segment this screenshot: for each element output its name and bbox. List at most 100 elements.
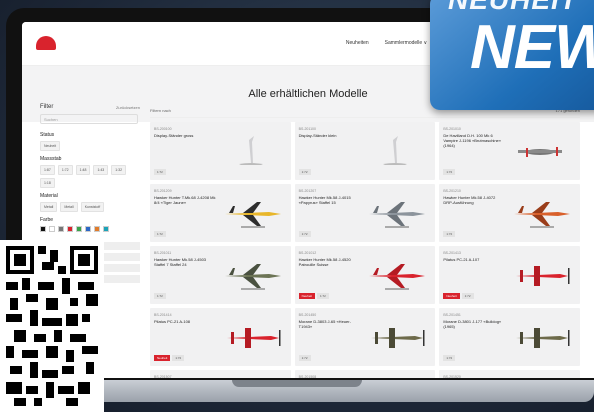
product-sku: BS-201414 [154, 313, 172, 317]
color-swatch[interactable] [67, 226, 73, 232]
nav-item[interactable]: Sammlermodelle ∨ [385, 40, 428, 46]
material-chip[interactable]: Kunststoff [80, 202, 105, 212]
product-badges: 1:72 [443, 231, 456, 237]
color-swatch[interactable] [49, 226, 55, 232]
scale-badge: 1:72 [154, 293, 166, 299]
product-card[interactable]: BS-201100 Display-Ständer klein 1:72 [294, 122, 436, 180]
filter-by-input[interactable]: Filtern nach [150, 108, 171, 113]
product-image[interactable] [221, 134, 285, 168]
product-card[interactable]: BS-201414 Pilatus PC-21 A-108 Neuheit 1:72 [150, 308, 291, 366]
product-card[interactable]: BS-201011 Hawker Hunter Mk.58 J-4503 Staf… [150, 246, 291, 304]
product-image[interactable] [221, 320, 285, 354]
product-image[interactable] [510, 258, 574, 292]
product-name[interactable]: Display-Ständer gross [154, 133, 216, 138]
color-swatch[interactable] [40, 226, 46, 232]
product-card[interactable]: BS-200100 Display-Ständer gross 1:72 [150, 122, 291, 180]
product-name[interactable]: Pilatus PC-21 A-107 [443, 257, 505, 262]
product-card[interactable]: BS-201450 Morane D-3803 J-65 «Heuer-T1943… [294, 308, 436, 366]
product-image[interactable] [510, 320, 574, 354]
product-image[interactable] [510, 134, 574, 168]
product-image[interactable] [365, 258, 429, 292]
product-name[interactable]: Hawker Hunter Mk.58 J-4503 Staffel 7 Sta… [154, 257, 216, 267]
scale-chip[interactable]: 1:48 [75, 165, 91, 175]
product-badges: 1:72 [298, 231, 311, 237]
color-swatch[interactable] [94, 226, 100, 232]
product-name[interactable]: Hawker Hunter T.Mk.68 J-4208 Mk 8/4 «Tig… [154, 195, 216, 205]
product-card[interactable]: BS-201010 De Havilland D.H. 100 Mk 6 Vamp… [439, 122, 580, 180]
color-swatch[interactable] [85, 226, 91, 232]
nav-item[interactable]: Neuheiten [346, 40, 369, 46]
color-swatches [40, 226, 140, 232]
product-sku: BS-201450 [298, 313, 317, 317]
product-card[interactable]: BS-201507Cougar AS332 T-312 Lufttranspor… [150, 370, 291, 378]
status-chips: Neuheit [40, 141, 140, 151]
color-label: Farbe [40, 217, 54, 223]
reset-filters-link[interactable]: Zurücksetzen [116, 105, 140, 110]
product-image[interactable] [510, 196, 574, 230]
logo-mark-icon [36, 36, 56, 50]
qr-code [0, 240, 104, 412]
product-badges: Neuheit 1:72 [298, 293, 329, 299]
color-swatch[interactable] [76, 226, 82, 232]
scale-chip[interactable]: 1:72 [57, 165, 73, 175]
scale-badge: 1:72 [172, 355, 185, 361]
scale-badge: 1:72 [154, 231, 166, 237]
scale-badge: 1:72 [298, 169, 311, 175]
scale-badge: 1:72 [443, 169, 456, 175]
new-badge: Neuheit [443, 293, 460, 299]
product-name[interactable]: Morane D-3803 J-65 «Heuer-T1943» [299, 319, 361, 329]
product-card[interactable]: BS-201207 Hawker Hunter Mk.58 J-4015 «Pap… [294, 184, 436, 242]
product-badges: 1:72 [154, 169, 166, 175]
status-label: Status [40, 132, 55, 138]
product-badges: Neuheit 1:72 [154, 355, 185, 361]
product-card[interactable]: BS-201210 Hawker Hunter Mk.58 J-4072 DRP-… [439, 184, 580, 242]
product-name[interactable]: Hawker Hunter Mk.58 J-4520 Patrouille Su… [299, 257, 361, 267]
product-sku: BS-201011 [154, 251, 172, 255]
product-card[interactable]: BS-201508Cougar AS332 T-336 LT-Staffel 6… [294, 370, 436, 378]
product-sku: BS-200100 [154, 127, 172, 131]
filter-search-input[interactable]: Suchen [40, 114, 138, 124]
product-sku: BS-201507 [154, 375, 172, 378]
scale-chips: 1:87 1:72 1:48 1:43 1:32 1:18 [40, 165, 140, 188]
product-card[interactable]: BS-201520Alouette III V-2711:72 [439, 370, 580, 378]
scale-badge: 1:72 [298, 231, 311, 237]
product-badges: 1:72 [154, 293, 166, 299]
material-chip[interactable]: Metall [60, 202, 78, 212]
scale-badge: 1:72 [443, 355, 456, 361]
product-image[interactable] [221, 196, 285, 230]
product-sku: BS-201413 [443, 251, 461, 255]
product-image[interactable] [365, 320, 429, 354]
scale-badge: 1:72 [461, 293, 474, 299]
scale-badge: 1:72 [298, 355, 311, 361]
product-name[interactable]: De Havilland D.H. 100 Mk 6 Vampire J-119… [443, 133, 505, 149]
product-sku: BS-201508 [298, 375, 317, 378]
scale-chip[interactable]: 1:18 [40, 178, 55, 188]
scale-chip[interactable]: 1:43 [93, 165, 109, 175]
site-logo[interactable] [36, 34, 88, 56]
product-card[interactable]: BS-201012 Hawker Hunter Mk.58 J-4520 Patr… [294, 246, 436, 304]
status-chip[interactable]: Neuheit [40, 141, 61, 151]
product-name[interactable]: Display-Ständer klein [299, 133, 361, 138]
material-chip[interactable]: Metall [40, 202, 58, 212]
product-image[interactable] [365, 134, 429, 168]
material-chips: Metall Metall Kunststoff [40, 202, 140, 212]
product-card[interactable]: BS-201451 Morane D-3801 J-177 «Bulldog» (… [439, 308, 580, 366]
product-name[interactable]: Hawker Hunter Mk.58 J-4072 DRP-Ausführun… [443, 195, 505, 205]
scale-chip[interactable]: 1:87 [40, 165, 55, 175]
product-badges: 1:72 [298, 169, 311, 175]
qr-code-icon [6, 246, 98, 406]
product-name[interactable]: Hawker Hunter Mk.58 J-4015 «Papyrus» Sta… [299, 195, 361, 205]
product-badges: 1:72 [154, 231, 166, 237]
scale-badge: 1:72 [317, 293, 329, 299]
product-sku: BS-201209 [154, 189, 172, 193]
product-card[interactable]: BS-201413 Pilatus PC-21 A-107 Neuheit 1:72 [439, 246, 580, 304]
product-card[interactable]: BS-201209 Hawker Hunter T.Mk.68 J-4208 Mk… [150, 184, 291, 242]
product-image[interactable] [365, 196, 429, 230]
color-swatch[interactable] [103, 226, 109, 232]
product-name[interactable]: Pilatus PC-21 A-108 [154, 319, 216, 324]
filter-title: Filter [40, 104, 54, 110]
scale-chip[interactable]: 1:32 [111, 165, 127, 175]
color-swatch[interactable] [58, 226, 64, 232]
product-name[interactable]: Morane D-3801 J-177 «Bulldog» (1965) [443, 319, 505, 329]
product-image[interactable] [221, 258, 285, 292]
